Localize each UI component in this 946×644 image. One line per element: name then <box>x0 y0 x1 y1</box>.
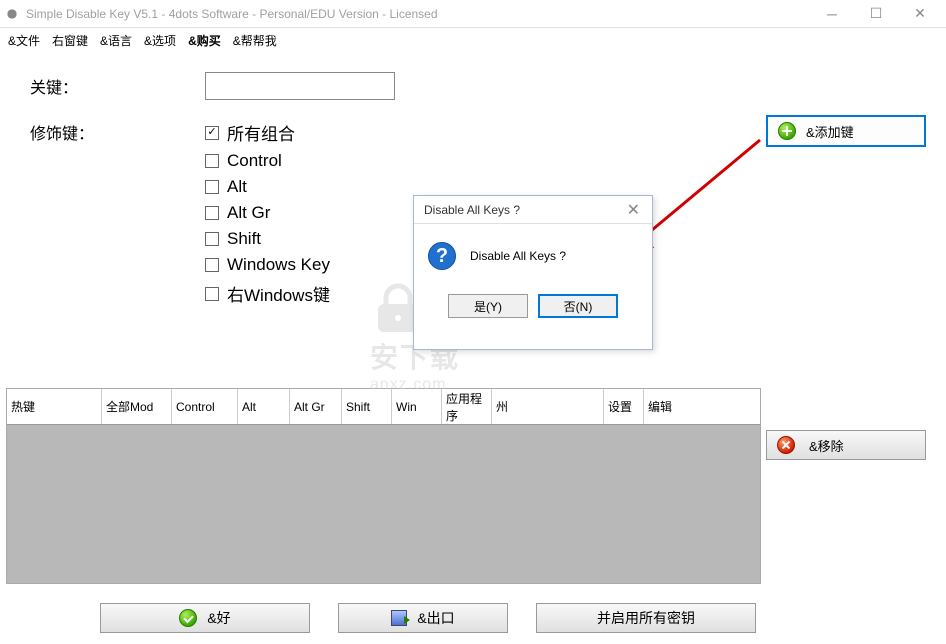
dialog-body: ? Disable All Keys ? <box>414 224 652 288</box>
hotkey-table: 热键 全部Mod Control Alt Alt Gr Shift Win 应用… <box>6 388 761 584</box>
th-app[interactable]: 应用程序 <box>442 389 492 424</box>
exit-icon <box>391 610 407 626</box>
th-win[interactable]: Win <box>392 389 442 424</box>
menu-file[interactable]: &文件 <box>8 32 40 49</box>
ok-button[interactable]: &好 <box>100 603 310 633</box>
menubar: &文件 右窗键 &语言 &选项 &购买 &帮帮我 <box>0 28 946 52</box>
th-settings[interactable]: 设置 <box>604 389 644 424</box>
checkbox-icon[interactable] <box>205 206 219 220</box>
enable-all-button[interactable]: 并启用所有密钥 <box>536 603 756 633</box>
add-key-button[interactable]: &添加键 <box>766 115 926 147</box>
remove-label: &移除 <box>809 436 844 455</box>
menu-language[interactable]: &语言 <box>100 32 132 49</box>
menu-help[interactable]: &帮帮我 <box>233 32 277 49</box>
modifier-list: ✓ 所有组合 Control Alt Alt Gr Shift Windo <box>205 120 330 306</box>
modifier-rightwin-label: 右Windows键 <box>227 281 330 306</box>
enable-all-label: 并启用所有密钥 <box>597 608 695 628</box>
checkbox-icon[interactable]: ✓ <box>205 126 219 140</box>
plus-icon <box>778 122 796 140</box>
window-controls: ─ ☐ ✕ <box>810 0 942 28</box>
th-control[interactable]: Control <box>172 389 238 424</box>
exit-button[interactable]: &出口 <box>338 603 508 633</box>
th-shift[interactable]: Shift <box>342 389 392 424</box>
modifier-winkey-label: Windows Key <box>227 255 330 275</box>
minimize-button[interactable]: ─ <box>810 0 854 28</box>
modifier-shift[interactable]: Shift <box>205 229 330 249</box>
modifier-label: 修饰键： <box>30 120 205 144</box>
window-title: Simple Disable Key V5.1 - 4dots Software… <box>26 7 810 21</box>
menu-options[interactable]: &选项 <box>144 32 176 49</box>
remove-button[interactable]: &移除 <box>766 430 926 460</box>
th-hotkey[interactable]: 热键 <box>7 389 102 424</box>
modifier-winkey[interactable]: Windows Key <box>205 255 330 275</box>
modifier-altgr[interactable]: Alt Gr <box>205 203 330 223</box>
modifier-alt[interactable]: Alt <box>205 177 330 197</box>
ok-label: &好 <box>207 608 230 628</box>
dialog-titlebar: Disable All Keys ? ✕ <box>414 196 652 224</box>
th-alt[interactable]: Alt <box>238 389 290 424</box>
checkbox-icon[interactable] <box>205 180 219 194</box>
key-row: 关键： <box>30 72 926 100</box>
th-edit[interactable]: 编辑 <box>644 389 704 424</box>
modifier-altgr-label: Alt Gr <box>227 203 270 223</box>
titlebar: Simple Disable Key V5.1 - 4dots Software… <box>0 0 946 28</box>
menu-buy[interactable]: &购买 <box>188 32 221 49</box>
dialog-buttons: 是(Y) 否(N) <box>414 288 652 328</box>
dialog-yes-button[interactable]: 是(Y) <box>448 294 528 318</box>
dialog-close-button[interactable]: ✕ <box>621 200 646 220</box>
confirm-dialog: Disable All Keys ? ✕ ? Disable All Keys … <box>413 195 653 350</box>
dialog-title-text: Disable All Keys ? <box>424 203 520 217</box>
delete-icon <box>777 436 795 454</box>
th-state[interactable]: 州 <box>492 389 604 424</box>
modifier-control-label: Control <box>227 151 282 171</box>
modifier-rightwin[interactable]: 右Windows键 <box>205 281 330 306</box>
modifier-control[interactable]: Control <box>205 151 330 171</box>
dialog-no-button[interactable]: 否(N) <box>538 294 618 318</box>
question-icon: ? <box>428 242 456 270</box>
th-allmod[interactable]: 全部Mod <box>102 389 172 424</box>
modifier-shift-label: Shift <box>227 229 261 249</box>
bottom-bar: &好 &出口 并启用所有密钥 <box>0 598 946 644</box>
checkbox-icon[interactable] <box>205 154 219 168</box>
modifier-all-label: 所有组合 <box>227 120 295 145</box>
checkbox-icon[interactable] <box>205 287 219 301</box>
checkbox-icon[interactable] <box>205 232 219 246</box>
modifier-alt-label: Alt <box>227 177 247 197</box>
close-button[interactable]: ✕ <box>898 0 942 28</box>
table-header: 热键 全部Mod Control Alt Alt Gr Shift Win 应用… <box>7 389 760 425</box>
th-altgr[interactable]: Alt Gr <box>290 389 342 424</box>
check-icon <box>179 609 197 627</box>
modifier-all[interactable]: ✓ 所有组合 <box>205 120 330 145</box>
app-icon <box>4 6 20 22</box>
add-key-label: &添加键 <box>806 122 854 141</box>
key-label: 关键： <box>30 74 205 98</box>
dialog-message: Disable All Keys ? <box>470 249 566 263</box>
key-input[interactable] <box>205 72 395 100</box>
exit-label: &出口 <box>417 608 454 628</box>
menu-rightwin[interactable]: 右窗键 <box>52 32 88 49</box>
checkbox-icon[interactable] <box>205 258 219 272</box>
maximize-button[interactable]: ☐ <box>854 0 898 28</box>
